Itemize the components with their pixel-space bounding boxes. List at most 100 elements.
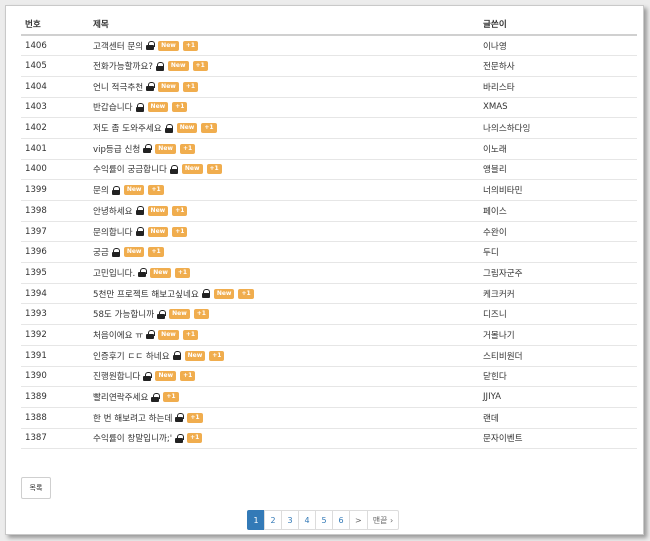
table-row[interactable]: 1393 58도 가능합니까 New +1 디즈니 <box>21 303 637 326</box>
page-link-1[interactable]: 1 <box>247 510 265 530</box>
lock-icon <box>175 433 184 443</box>
post-title-link[interactable]: 수익률이 창말입니까;' +1 <box>93 432 203 445</box>
table-row[interactable]: 1389 빨리연락주세요 +1 JJIYA <box>21 386 637 408</box>
new-badge: New <box>147 205 169 216</box>
post-author: 이나영 <box>479 35 637 57</box>
lock-icon <box>146 41 155 51</box>
post-title-text: 반갑습니다 <box>93 103 133 114</box>
post-title-link[interactable]: 안녕하세요 New +1 <box>93 205 188 217</box>
post-title-link[interactable]: 전화가능할까요? New +1 <box>93 60 208 72</box>
new-badge: New <box>184 350 206 361</box>
table-row[interactable]: 1401 vip등급 신청 New +1 이노래 <box>21 138 637 160</box>
post-title-text: 문의 <box>93 186 109 197</box>
page-link-3[interactable]: 3 <box>281 510 299 530</box>
last-page-link[interactable]: 맨끝 › <box>366 510 400 530</box>
post-number: 1401 <box>21 138 89 160</box>
table-row[interactable]: 1394 5천만 프로젝트 해보고싶네요 New +1 케크커커 <box>21 283 637 305</box>
comment-count-badge: +1 <box>179 143 196 154</box>
post-title-link[interactable]: 반갑습니다 New +1 <box>93 101 188 114</box>
table-row[interactable]: 1406 고객센터 문의 New +1 이나영 <box>21 35 637 57</box>
table-row[interactable]: 1405 전화가능할까요? New +1 전문하사 <box>21 55 637 77</box>
table-row[interactable]: 1397 문의합니다 New +1 수완이 <box>21 221 637 243</box>
comment-count-badge: +1 <box>163 392 179 403</box>
post-title-text: 5천만 프로젝트 해보고싶네요 <box>93 289 199 300</box>
lock-icon <box>143 371 152 381</box>
table-row[interactable]: 1404 언니 적극추천 New +1 바리스타 <box>21 76 637 98</box>
page-link-5[interactable]: 5 <box>315 510 333 530</box>
post-author: 닫힌다 <box>479 366 637 388</box>
table-row[interactable]: 1395 고민입니다. New +1 그림자군주 <box>21 262 637 284</box>
page-link-4[interactable]: 4 <box>298 510 316 530</box>
post-title-link[interactable]: 문의 New +1 <box>93 184 164 196</box>
post-author: 앵블리 <box>479 159 637 181</box>
table-row[interactable]: 1400 수익률이 궁금합니다 New +1 앵블리 <box>21 159 637 181</box>
comment-count-badge: +1 <box>187 433 203 444</box>
lock-icon <box>201 289 211 299</box>
post-title-link[interactable]: vip등급 신청 New +1 <box>93 143 196 155</box>
page-link-6[interactable]: 6 <box>332 510 350 530</box>
comment-count-badge: +1 <box>187 412 203 423</box>
lock-icon <box>155 61 165 71</box>
table-row[interactable]: 1388 한 번 해보려고 하는데 +1 랜데 <box>21 407 637 429</box>
table-row[interactable]: 1398 안녕하세요 New +1 페이스 <box>21 200 637 222</box>
list-button[interactable]: 목록 <box>21 477 51 499</box>
post-title-text: 고객센터 문의 <box>93 41 144 52</box>
post-number: 1393 <box>21 303 89 326</box>
post-title-text: 수익률이 창말입니까;' <box>93 434 173 445</box>
post-title-text: vip등급 신청 <box>93 144 141 155</box>
post-title-link[interactable]: 고객센터 문의 New +1 <box>93 40 199 52</box>
post-title-link[interactable]: 58도 가능합니까 New +1 <box>93 308 209 320</box>
post-title-cell: 고객센터 문의 New +1 <box>89 35 479 57</box>
post-number: 1388 <box>21 407 89 429</box>
column-header-author: 글쓴이 <box>479 13 637 36</box>
post-number: 1399 <box>21 179 89 201</box>
lock-icon <box>146 82 155 92</box>
column-header-title: 제목 <box>89 13 479 36</box>
post-author: 랜데 <box>479 407 637 429</box>
table-row[interactable]: 1387 수익률이 창말입니까;' +1 문자이벤트 <box>21 428 637 450</box>
post-number: 1387 <box>21 428 89 450</box>
table-row[interactable]: 1390 진행원합니다 New +1 닫힌다 <box>21 366 637 388</box>
post-title-link[interactable]: 문의합니다 New +1 <box>93 226 188 238</box>
post-title-text: 안녕하세요 <box>93 206 133 217</box>
post-title-link[interactable]: 고민입니다. New +1 <box>93 267 191 279</box>
page-link-2[interactable]: 2 <box>264 510 282 530</box>
new-badge: New <box>158 329 179 340</box>
lock-icon <box>111 247 121 257</box>
post-title-text: 언니 적극추천 <box>93 82 144 93</box>
table-row[interactable]: 1399 문의 New +1 너의비타민 <box>21 179 637 201</box>
lock-icon <box>143 144 152 154</box>
board-table: 번호 제목 글쓴이 1406 고객센터 문의 New +1 이나영 1405 전화가능할까요… <box>21 13 637 450</box>
table-row[interactable]: 1402 저도 좀 도와주세요 New +1 나의스하다잉 <box>21 117 637 139</box>
lock-icon <box>157 309 166 319</box>
table-row[interactable]: 1403 반갑습니다 New +1 XMAS <box>21 97 637 119</box>
post-title-link[interactable]: 언니 적극추천 New +1 <box>93 81 199 93</box>
post-title-text: 고민입니다. <box>93 268 136 279</box>
lock-icon <box>135 102 145 112</box>
post-title-link[interactable]: 궁금 New +1 <box>93 246 164 258</box>
post-title-link[interactable]: 저도 좀 도와주세요 New +1 <box>93 122 217 134</box>
table-row[interactable]: 1396 궁금 New +1 두디 <box>21 241 637 264</box>
post-author: 바리스타 <box>479 76 637 98</box>
new-badge: New <box>155 371 177 382</box>
post-title-link[interactable]: 진행원합니다 New +1 <box>93 370 196 382</box>
post-title-link[interactable]: 수익률이 궁금합니다 New +1 <box>93 163 222 175</box>
table-header-row: 번호 제목 글쓴이 <box>21 13 637 36</box>
post-number: 1389 <box>21 386 89 408</box>
post-title-text: 처음이에요 ㅠ <box>93 330 144 341</box>
table-row[interactable]: 1392 처음이에요 ㅠ New +1 거몰나기 <box>21 324 637 346</box>
post-title-link[interactable]: 한 번 해보려고 하는데 +1 <box>93 412 203 424</box>
post-number: 1396 <box>21 241 89 264</box>
post-title-cell: 문의 New +1 <box>89 179 479 201</box>
post-title-link[interactable]: 인증후기 ㄷㄷ 하네요 New +1 <box>93 350 225 362</box>
board-table-container: 번호 제목 글쓴이 1406 고객센터 문의 New +1 이나영 1405 전화가능할까요… <box>21 13 637 450</box>
new-badge: New <box>147 226 169 237</box>
post-title-link[interactable]: 빨리연락주세요 +1 <box>93 391 179 403</box>
table-row[interactable]: 1391 인증후기 ㄷㄷ 하네요 New +1 스티비원더 <box>21 345 637 367</box>
post-title-cell: 문의합니다 New +1 <box>89 221 479 243</box>
post-title-link[interactable]: 처음이에요 ㅠ New +1 <box>93 329 199 341</box>
post-title-link[interactable]: 5천만 프로젝트 해보고싶네요 New +1 <box>93 288 254 300</box>
next-page-link[interactable]: > <box>349 510 368 530</box>
comment-count-badge: +1 <box>192 61 208 72</box>
lock-icon <box>151 392 160 402</box>
